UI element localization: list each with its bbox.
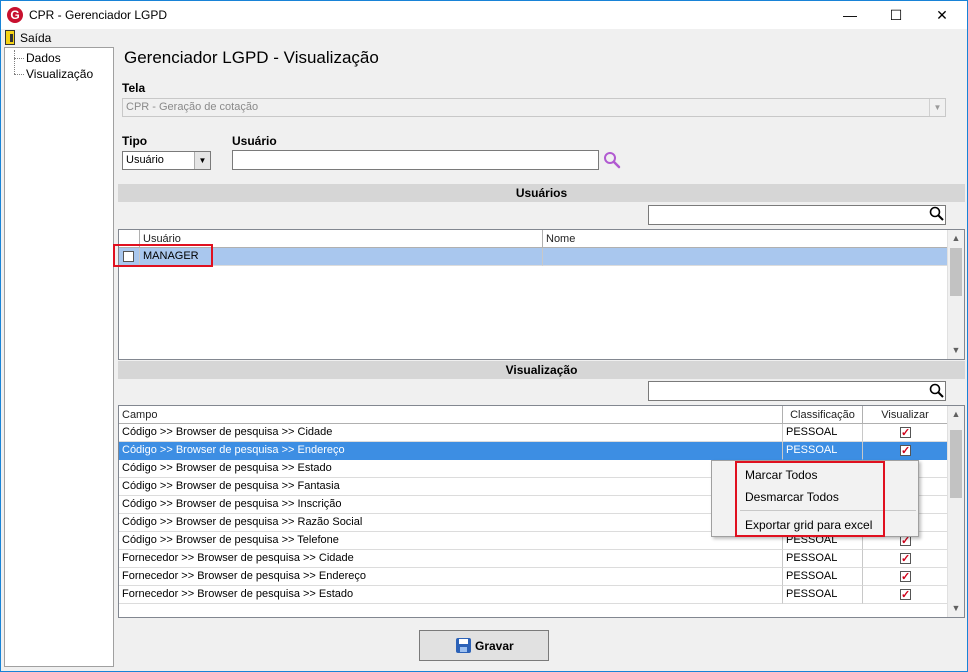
cell-classificacao[interactable]: PESSOAL (783, 442, 863, 460)
column-header-campo[interactable]: Campo (119, 406, 783, 424)
scroll-up-icon[interactable]: ▲ (948, 406, 964, 423)
close-button[interactable]: ✕ (919, 1, 965, 29)
visualizacao-grid-header: Campo Classificação Visualizar (119, 406, 948, 424)
visualizacao-section-header: Visualização (118, 361, 965, 379)
visualizar-checkbox[interactable] (900, 569, 911, 585)
usuarios-section-header: Usuários (118, 184, 965, 202)
scroll-thumb[interactable] (950, 430, 962, 498)
usuarios-scrollbar[interactable]: ▲ ▼ (947, 230, 964, 359)
cell-campo[interactable]: Código >> Browser de pesquisa >> Cidade (119, 424, 783, 442)
cell-nome[interactable] (543, 248, 948, 266)
tree-branch (14, 58, 24, 59)
minimize-button[interactable]: — (827, 1, 873, 29)
usuarios-grid: Usuário Nome MANAGER ▲ ▼ (118, 229, 965, 360)
tipo-label: Tipo (122, 134, 148, 148)
usuario-label: Usuário (232, 134, 277, 148)
column-header-classificacao[interactable]: Classificação (783, 406, 863, 424)
table-row[interactable]: Código >> Browser de pesquisa >> Endereç… (119, 442, 948, 460)
highlight-box-context-menu (735, 461, 885, 537)
tela-value: CPR - Geração de cotação (126, 101, 259, 113)
menu-exit[interactable]: Saída (20, 31, 51, 45)
tree-item-dados[interactable]: Dados (5, 50, 113, 66)
visualizar-checkbox[interactable] (900, 587, 911, 603)
cell-campo[interactable]: Fornecedor >> Browser de pesquisa >> Cid… (119, 550, 783, 568)
menu-bar: Saída (1, 29, 967, 47)
visualizar-checkbox[interactable] (900, 425, 911, 441)
column-header-nome[interactable]: Nome (543, 230, 948, 248)
cell-campo[interactable]: Código >> Browser de pesquisa >> Fantasi… (119, 478, 783, 496)
cell-visualizar[interactable] (863, 424, 948, 442)
table-row[interactable]: MANAGER (119, 248, 948, 266)
usuarios-search-input[interactable] (648, 205, 946, 225)
cell-classificacao[interactable]: PESSOAL (783, 586, 863, 604)
cell-campo[interactable]: Código >> Browser de pesquisa >> Razão S… (119, 514, 783, 532)
cell-visualizar[interactable] (863, 442, 948, 460)
tipo-value: Usuário (126, 154, 164, 166)
usuarios-grid-header: Usuário Nome (119, 230, 948, 248)
window-title: CPR - Gerenciador LGPD (29, 8, 168, 22)
tree-item-visualizacao[interactable]: Visualização (5, 66, 113, 82)
visualizacao-search-input[interactable] (648, 381, 946, 401)
app-logo-icon: G (7, 7, 23, 23)
save-disk-icon (456, 638, 471, 653)
table-row[interactable]: Código >> Browser de pesquisa >> Cidade P… (119, 424, 948, 442)
cell-campo[interactable]: Fornecedor >> Browser de pesquisa >> End… (119, 568, 783, 586)
cell-campo[interactable]: Código >> Browser de pesquisa >> Inscriç… (119, 496, 783, 514)
cell-campo[interactable]: Código >> Browser de pesquisa >> Endereç… (119, 442, 783, 460)
table-row[interactable]: Fornecedor >> Browser de pesquisa >> End… (119, 568, 948, 586)
scroll-down-icon[interactable]: ▼ (948, 600, 964, 617)
search-icon[interactable] (929, 206, 945, 222)
main-window: G CPR - Gerenciador LGPD — ☐ ✕ Saída Dad… (0, 0, 968, 672)
column-header-visualizar[interactable]: Visualizar (863, 406, 948, 424)
scroll-down-icon[interactable]: ▼ (948, 342, 964, 359)
tree-branch (14, 74, 24, 75)
visualizacao-scrollbar[interactable]: ▲ ▼ (947, 406, 964, 617)
cell-visualizar[interactable] (863, 550, 948, 568)
visualizar-checkbox[interactable] (900, 443, 911, 459)
tela-select: CPR - Geração de cotação ▼ (122, 98, 946, 117)
exit-door-icon[interactable] (5, 30, 15, 45)
tipo-select[interactable]: Usuário ▼ (122, 151, 211, 170)
visualizar-checkbox[interactable] (900, 551, 911, 567)
page-title: Gerenciador LGPD - Visualização (124, 48, 379, 67)
usuario-input[interactable] (232, 150, 599, 170)
navigation-tree: Dados Visualização (4, 47, 114, 667)
save-button-label: Gravar (475, 639, 514, 653)
cell-campo[interactable]: Fornecedor >> Browser de pesquisa >> Est… (119, 586, 783, 604)
chevron-down-icon: ▼ (929, 99, 945, 116)
cell-classificacao[interactable]: PESSOAL (783, 550, 863, 568)
cell-campo[interactable]: Código >> Browser de pesquisa >> Telefon… (119, 532, 783, 550)
cell-visualizar[interactable] (863, 586, 948, 604)
table-row[interactable]: Fornecedor >> Browser de pesquisa >> Cid… (119, 550, 948, 568)
maximize-button[interactable]: ☐ (873, 1, 919, 29)
cell-campo[interactable]: Código >> Browser de pesquisa >> Estado (119, 460, 783, 478)
cell-classificacao[interactable]: PESSOAL (783, 424, 863, 442)
table-row[interactable]: Fornecedor >> Browser de pesquisa >> Est… (119, 586, 948, 604)
scroll-up-icon[interactable]: ▲ (948, 230, 964, 247)
save-button[interactable]: Gravar (419, 630, 549, 661)
cell-classificacao[interactable]: PESSOAL (783, 568, 863, 586)
tree-item-label[interactable]: Visualização (26, 67, 93, 81)
chevron-down-icon[interactable]: ▼ (194, 152, 210, 169)
search-icon[interactable] (929, 383, 945, 399)
magnifier-icon[interactable] (603, 151, 621, 169)
cell-visualizar[interactable] (863, 568, 948, 586)
tree-item-label[interactable]: Dados (26, 51, 61, 65)
tela-label: Tela (122, 81, 146, 95)
title-bar: G CPR - Gerenciador LGPD — ☐ ✕ (1, 1, 967, 29)
highlight-box-manager (113, 244, 213, 267)
scroll-thumb[interactable] (950, 248, 962, 296)
